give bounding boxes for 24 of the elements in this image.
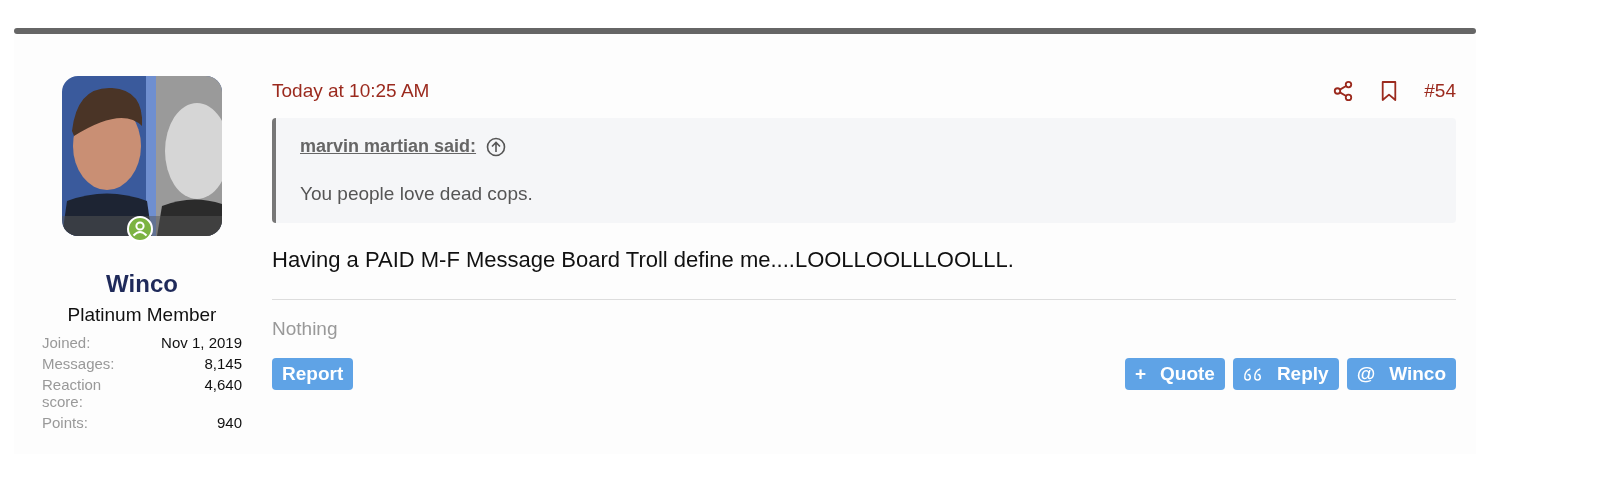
post-time-link[interactable]: Today at 10:25 AM [272, 80, 430, 102]
stat-value: Nov 1, 2019 [161, 334, 242, 351]
stat-label: Messages: [42, 355, 116, 372]
user-title: Platinum Member [67, 304, 217, 326]
username-link[interactable]: Winco [106, 270, 178, 298]
report-button[interactable]: Report [272, 358, 354, 390]
share-icon[interactable] [1332, 80, 1355, 102]
reactions-text: Nothing [272, 318, 339, 340]
post-text: Having a PAID M-F Message Board Troll define me....LOOLLOOLLLOOLLL. [272, 247, 1015, 273]
post-number-link[interactable]: #54 [1424, 80, 1456, 102]
quote-marks-icon [1242, 366, 1263, 382]
stat-label: Points: [42, 414, 89, 431]
stat-value: 940 [215, 414, 242, 431]
quote-button[interactable]: + Quote [1124, 358, 1225, 390]
arrow-up-icon[interactable] [486, 136, 507, 157]
stat-label: Reaction score: [42, 376, 103, 410]
stat-value: 4,640 [203, 376, 242, 395]
stat-label: Joined: [42, 334, 92, 351]
quote-author-link[interactable]: marvin martian said: [300, 136, 477, 157]
reply-button[interactable]: Reply [1232, 358, 1339, 390]
bookmark-icon[interactable] [1380, 80, 1399, 102]
quote-text: You people love dead cops. [300, 183, 534, 205]
mention-button[interactable]: @ Winco [1346, 358, 1456, 390]
stat-value: 8,145 [203, 355, 242, 372]
